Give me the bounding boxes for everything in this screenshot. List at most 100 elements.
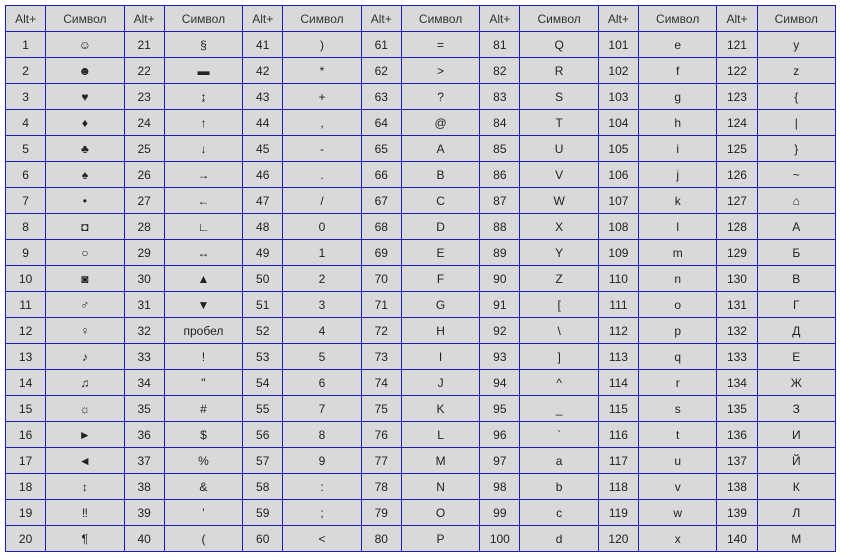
symbol-cell: \: [520, 318, 598, 344]
alt-code-cell: 135: [717, 396, 757, 422]
alt-code-cell: 20: [6, 526, 46, 552]
symbol-cell: :: [283, 474, 361, 500]
symbol-cell: К: [757, 474, 835, 500]
symbol-cell: ?: [401, 84, 479, 110]
alt-code-cell: 82: [480, 58, 520, 84]
header-symbol: Символ: [283, 6, 361, 32]
alt-code-cell: 14: [6, 370, 46, 396]
symbol-cell: ∟: [164, 214, 242, 240]
alt-code-cell: 105: [598, 136, 638, 162]
symbol-cell: {: [757, 84, 835, 110]
header-symbol: Символ: [639, 6, 717, 32]
symbol-cell: Y: [520, 240, 598, 266]
symbol-cell: пробел: [164, 318, 242, 344]
symbol-cell: .: [283, 162, 361, 188]
symbol-cell: |: [757, 110, 835, 136]
symbol-cell: b: [520, 474, 598, 500]
alt-code-cell: 30: [124, 266, 164, 292]
symbol-cell: x: [639, 526, 717, 552]
symbol-cell: +: [283, 84, 361, 110]
alt-code-cell: 12: [6, 318, 46, 344]
alt-code-cell: 46: [243, 162, 283, 188]
alt-code-cell: 13: [6, 344, 46, 370]
alt-code-cell: 86: [480, 162, 520, 188]
alt-code-cell: 90: [480, 266, 520, 292]
alt-code-cell: 125: [717, 136, 757, 162]
symbol-cell: ": [164, 370, 242, 396]
symbol-cell: З: [757, 396, 835, 422]
header-symbol: Символ: [520, 6, 598, 32]
alt-code-cell: 50: [243, 266, 283, 292]
alt-code-cell: 81: [480, 32, 520, 58]
alt-code-cell: 99: [480, 500, 520, 526]
alt-code-cell: 33: [124, 344, 164, 370]
symbol-cell: ←: [164, 188, 242, 214]
alt-code-cell: 92: [480, 318, 520, 344]
symbol-cell: Й: [757, 448, 835, 474]
symbol-cell: n: [639, 266, 717, 292]
alt-code-cell: 131: [717, 292, 757, 318]
alt-code-cell: 59: [243, 500, 283, 526]
symbol-cell: ↑: [164, 110, 242, 136]
symbol-cell: →: [164, 162, 242, 188]
symbol-cell: u: [639, 448, 717, 474]
symbol-cell: ^: [520, 370, 598, 396]
symbol-cell: 7: [283, 396, 361, 422]
alt-code-cell: 57: [243, 448, 283, 474]
symbol-cell: T: [520, 110, 598, 136]
table-row: 11♂31▼51371G91[111o131Г: [6, 292, 836, 318]
symbol-cell: h: [639, 110, 717, 136]
table-row: 3♥23↨43+63?83S103g123{: [6, 84, 836, 110]
alt-code-cell: 114: [598, 370, 638, 396]
symbol-cell: ↔: [164, 240, 242, 266]
symbol-cell: K: [401, 396, 479, 422]
alt-code-cell: 121: [717, 32, 757, 58]
symbol-cell: e: [639, 32, 717, 58]
symbol-cell: •: [46, 188, 124, 214]
symbol-cell: ;: [283, 500, 361, 526]
symbol-cell: l: [639, 214, 717, 240]
alt-code-cell: 103: [598, 84, 638, 110]
symbol-cell: ↕: [46, 474, 124, 500]
symbol-cell: U: [520, 136, 598, 162]
symbol-cell: !: [164, 344, 242, 370]
alt-code-cell: 130: [717, 266, 757, 292]
symbol-cell: И: [757, 422, 835, 448]
symbol-cell: J: [401, 370, 479, 396]
symbol-cell: 3: [283, 292, 361, 318]
alt-code-cell: 89: [480, 240, 520, 266]
alt-code-cell: 104: [598, 110, 638, 136]
symbol-cell: ▬: [164, 58, 242, 84]
alt-code-cell: 126: [717, 162, 757, 188]
symbol-cell: (: [164, 526, 242, 552]
symbol-cell: ☻: [46, 58, 124, 84]
symbol-cell: В: [757, 266, 835, 292]
symbol-cell: M: [401, 448, 479, 474]
symbol-cell: ♠: [46, 162, 124, 188]
header-symbol: Символ: [164, 6, 242, 32]
alt-code-cell: 119: [598, 500, 638, 526]
symbol-cell: A: [401, 136, 479, 162]
table-row: 4♦24↑44,64@84T104h124|: [6, 110, 836, 136]
symbol-cell: Ж: [757, 370, 835, 396]
alt-code-cell: 88: [480, 214, 520, 240]
alt-code-cell: 38: [124, 474, 164, 500]
symbol-cell: z: [757, 58, 835, 84]
table-row: 15☼35#55775K95_115s135З: [6, 396, 836, 422]
table-row: 5♣25↓45-65A85U105i125}: [6, 136, 836, 162]
alt-code-cell: 39: [124, 500, 164, 526]
alt-code-cell: 10: [6, 266, 46, 292]
symbol-cell: a: [520, 448, 598, 474]
symbol-cell: i: [639, 136, 717, 162]
symbol-cell: ↓: [164, 136, 242, 162]
symbol-cell: t: [639, 422, 717, 448]
symbol-cell: -: [283, 136, 361, 162]
alt-code-cell: 127: [717, 188, 757, 214]
symbol-cell: L: [401, 422, 479, 448]
alt-code-cell: 66: [361, 162, 401, 188]
symbol-cell: @: [401, 110, 479, 136]
table-row: 7•27←47/67C87W107k127⌂: [6, 188, 836, 214]
symbol-cell: &: [164, 474, 242, 500]
alt-code-cell: 64: [361, 110, 401, 136]
alt-code-cell: 136: [717, 422, 757, 448]
